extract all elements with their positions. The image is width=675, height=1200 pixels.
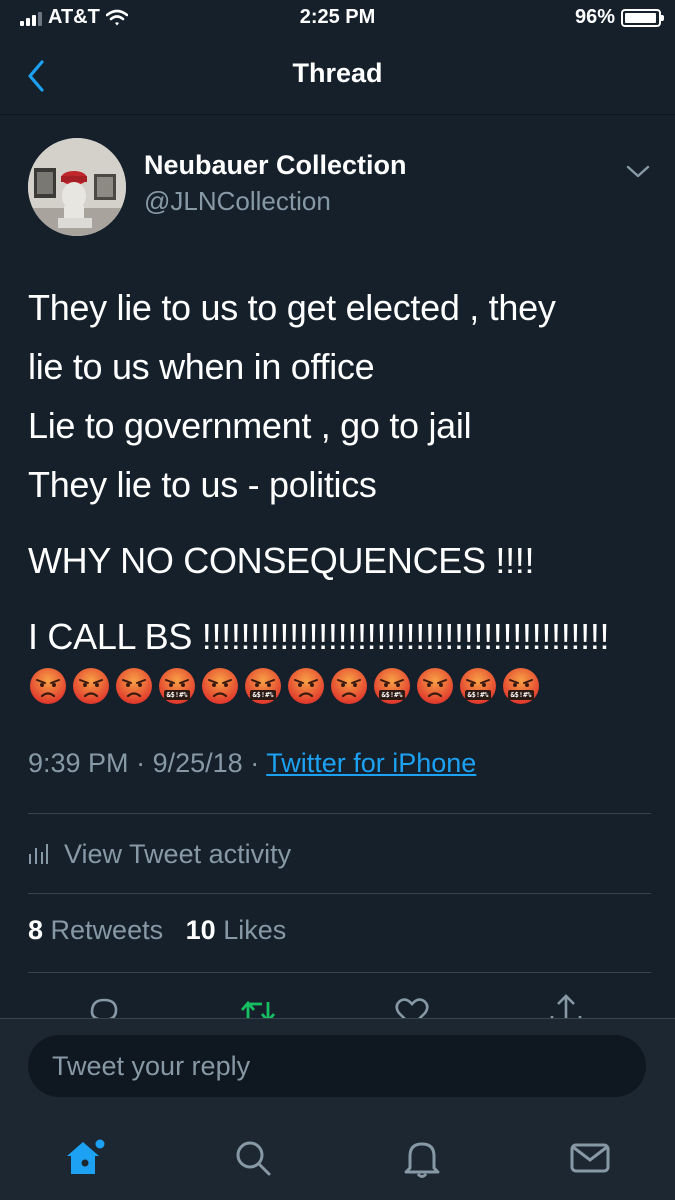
reply-input[interactable]: Tweet your reply [28, 1035, 646, 1097]
retweets-stat[interactable]: 8 Retweets [28, 915, 163, 945]
tweet-line: WHY NO CONSEQUENCES !!!! [28, 540, 535, 581]
meta-separator: · [250, 748, 260, 778]
face-with-symbols-on-mouth-emoji-icon: &$!#% [157, 666, 197, 706]
tweet-line: Lie to government , go to jail [28, 405, 472, 446]
author-name[interactable]: Neubauer Collection [144, 150, 407, 181]
pouting-face-emoji-icon [71, 666, 111, 706]
activity-bars-icon [29, 844, 48, 864]
tweet-actions [0, 992, 675, 1020]
pouting-face-emoji-icon [114, 666, 154, 706]
divider [28, 813, 651, 814]
likes-stat[interactable]: 10 Likes [186, 915, 287, 945]
share-button[interactable] [546, 992, 586, 1020]
divider [28, 893, 651, 894]
emoji-symbol-text: &$!#% [510, 691, 532, 699]
tweet-meta: 9:39 PM · 9/25/18 · Twitter for iPhone [28, 748, 476, 779]
avatar[interactable] [28, 138, 126, 236]
bottom-area: Tweet your reply [0, 1018, 675, 1200]
share-icon [550, 994, 582, 1020]
likes-label: Likes [223, 915, 287, 945]
face-with-symbols-on-mouth-emoji-icon: &$!#% [243, 666, 283, 706]
pouting-face-emoji-icon [200, 666, 240, 706]
tweet-line: I CALL BS !!!!!!!!!!!!!!!!!!!!!!!!!!!!!!… [28, 616, 610, 657]
meta-separator: · [136, 748, 146, 778]
retweets-label: Retweets [50, 915, 164, 945]
emoji-symbol-text: &$!#% [252, 691, 274, 699]
caret-down-icon [626, 165, 650, 178]
battery-group: 96% [574, 6, 664, 29]
emoji-symbol-text: &$!#% [166, 691, 188, 699]
retweet-button[interactable] [238, 992, 278, 1020]
page-title: Thread [292, 58, 383, 88]
retweet-icon [240, 1000, 276, 1020]
tab-messages[interactable] [566, 1134, 614, 1182]
avatar-image [28, 138, 126, 236]
reply-placeholder: Tweet your reply [52, 1050, 251, 1081]
tweet-line: They lie to us - politics [28, 464, 377, 505]
activity-label: View Tweet activity [64, 838, 292, 869]
tweet-line: They lie to us to get elected , they [28, 287, 556, 328]
reply-icon [90, 998, 118, 1020]
status-time: 2:25 PM [299, 6, 376, 28]
pouting-face-emoji-icon [415, 666, 455, 706]
like-button[interactable] [392, 992, 432, 1020]
tab-home[interactable] [61, 1134, 109, 1182]
tab-notifications[interactable] [398, 1134, 446, 1182]
pouting-face-emoji-icon [329, 666, 369, 706]
reply-button[interactable] [84, 992, 124, 1020]
screen: AT&T 2:25 PM 96% Thread Neubauer Collect… [0, 0, 675, 1200]
tweet-line: lie to us when in office [28, 346, 375, 387]
home-icon [67, 1139, 105, 1174]
messages-icon [570, 1143, 610, 1173]
battery-icon [621, 8, 664, 27]
tweet-time: 9:39 PM [28, 748, 129, 778]
tweet-text: They lie to us to get elected , they lie… [28, 278, 648, 666]
like-icon [395, 998, 429, 1020]
likes-count: 10 [185, 915, 216, 945]
status-bar: AT&T 2:25 PM 96% [0, 0, 675, 40]
battery-percent: 96% [574, 6, 615, 28]
retweets-count: 8 [28, 915, 44, 945]
face-with-symbols-on-mouth-emoji-icon: &$!#% [458, 666, 498, 706]
pouting-face-emoji-icon [28, 666, 68, 706]
tweet-menu-button[interactable] [624, 160, 652, 184]
tweet-stats: 8 Retweets 10 Likes [28, 915, 286, 946]
tab-search[interactable] [229, 1134, 277, 1182]
tweet-date: 9/25/18 [152, 748, 243, 778]
face-with-symbols-on-mouth-emoji-icon: &$!#% [372, 666, 412, 706]
face-with-symbols-on-mouth-emoji-icon: &$!#% [501, 666, 541, 706]
emoji-symbol-text: &$!#% [467, 691, 489, 699]
pouting-face-emoji-icon [286, 666, 326, 706]
emoji-row: &$!#% &$!#% &$!#% &$!#% &$!#% [28, 666, 541, 706]
tweet-source-link[interactable]: Twitter for iPhone [266, 748, 476, 778]
view-tweet-activity-button[interactable]: View Tweet activity [28, 834, 291, 874]
emoji-symbol-text: &$!#% [381, 691, 403, 699]
author-handle[interactable]: @JLNCollection [144, 186, 331, 217]
divider [28, 972, 651, 973]
notifications-icon [404, 1142, 440, 1178]
search-icon [236, 1141, 271, 1176]
nav-bar: Thread [0, 40, 675, 115]
battery-fill [625, 12, 656, 23]
